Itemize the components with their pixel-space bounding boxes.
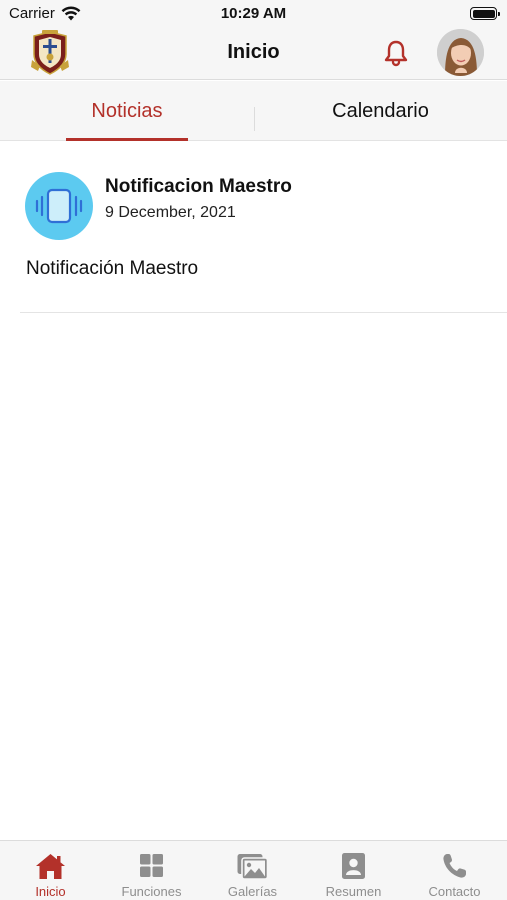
grid-icon (140, 854, 163, 877)
profile-card-icon (342, 853, 365, 879)
active-tab-indicator (66, 138, 188, 141)
tabbar-label: Funciones (121, 884, 182, 899)
avatar-photo (437, 29, 484, 76)
bell-icon[interactable] (382, 39, 410, 67)
tabbar-item-inicio[interactable]: Inicio (0, 841, 101, 900)
phone-icon (443, 854, 466, 878)
vibrating-phone-icon (25, 172, 93, 240)
news-body: Notificación Maestro (26, 258, 199, 279)
home-icon (36, 854, 65, 879)
user-avatar[interactable] (437, 29, 484, 76)
divider (20, 312, 507, 313)
news-date: 9 December, 2021 (105, 204, 236, 221)
tabbar-item-resumen[interactable]: Resumen (303, 841, 404, 900)
news-list-item[interactable]: Notificacion Maestro 9 December, 2021 No… (0, 142, 507, 314)
battery-icon (470, 7, 500, 20)
tabbar-label: Inicio (35, 884, 66, 899)
tabbar-item-contacto[interactable]: Contacto (404, 841, 505, 900)
tab-strip: Noticias Calendario (0, 81, 507, 141)
status-bar: Carrier 10:29 AM (0, 0, 507, 28)
tab-divider (254, 107, 255, 131)
page-title: Inicio (227, 41, 280, 63)
tabbar-label: Contacto (428, 884, 481, 899)
news-title: Notificacion Maestro (105, 176, 292, 197)
tab-calendario[interactable]: Calendario (254, 81, 507, 141)
tabbar-item-galerias[interactable]: Galerías (202, 841, 303, 900)
tabbar-label: Galerías (227, 884, 278, 899)
bottom-tab-bar: Inicio Funciones Galerías Resumen Contac… (0, 840, 507, 900)
tabbar-label: Resumen (325, 884, 382, 899)
gallery-icon (237, 854, 269, 880)
status-time: 10:29 AM (220, 5, 287, 22)
tabbar-item-funciones[interactable]: Funciones (101, 841, 202, 900)
nav-bar: Inicio (0, 28, 507, 80)
tab-noticias[interactable]: Noticias (0, 81, 254, 141)
